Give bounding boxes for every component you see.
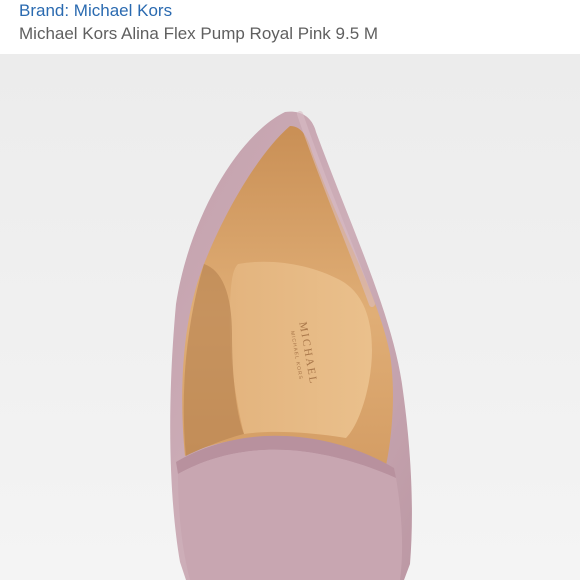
listing-header: Brand: Michael Kors Michael Kors Alina F… — [0, 0, 580, 54]
shoe-toe — [178, 449, 403, 580]
shoe-illustration: MICHAEL MICHAEL KORS — [0, 54, 580, 580]
brand-link[interactable]: Brand: Michael Kors — [19, 1, 172, 21]
shoe-insole — [229, 261, 372, 438]
product-title: Michael Kors Alina Flex Pump Royal Pink … — [19, 24, 379, 43]
product-photo[interactable]: MICHAEL MICHAEL KORS — [0, 54, 580, 580]
listing-page: Brand: Michael Kors Michael Kors Alina F… — [0, 0, 580, 580]
